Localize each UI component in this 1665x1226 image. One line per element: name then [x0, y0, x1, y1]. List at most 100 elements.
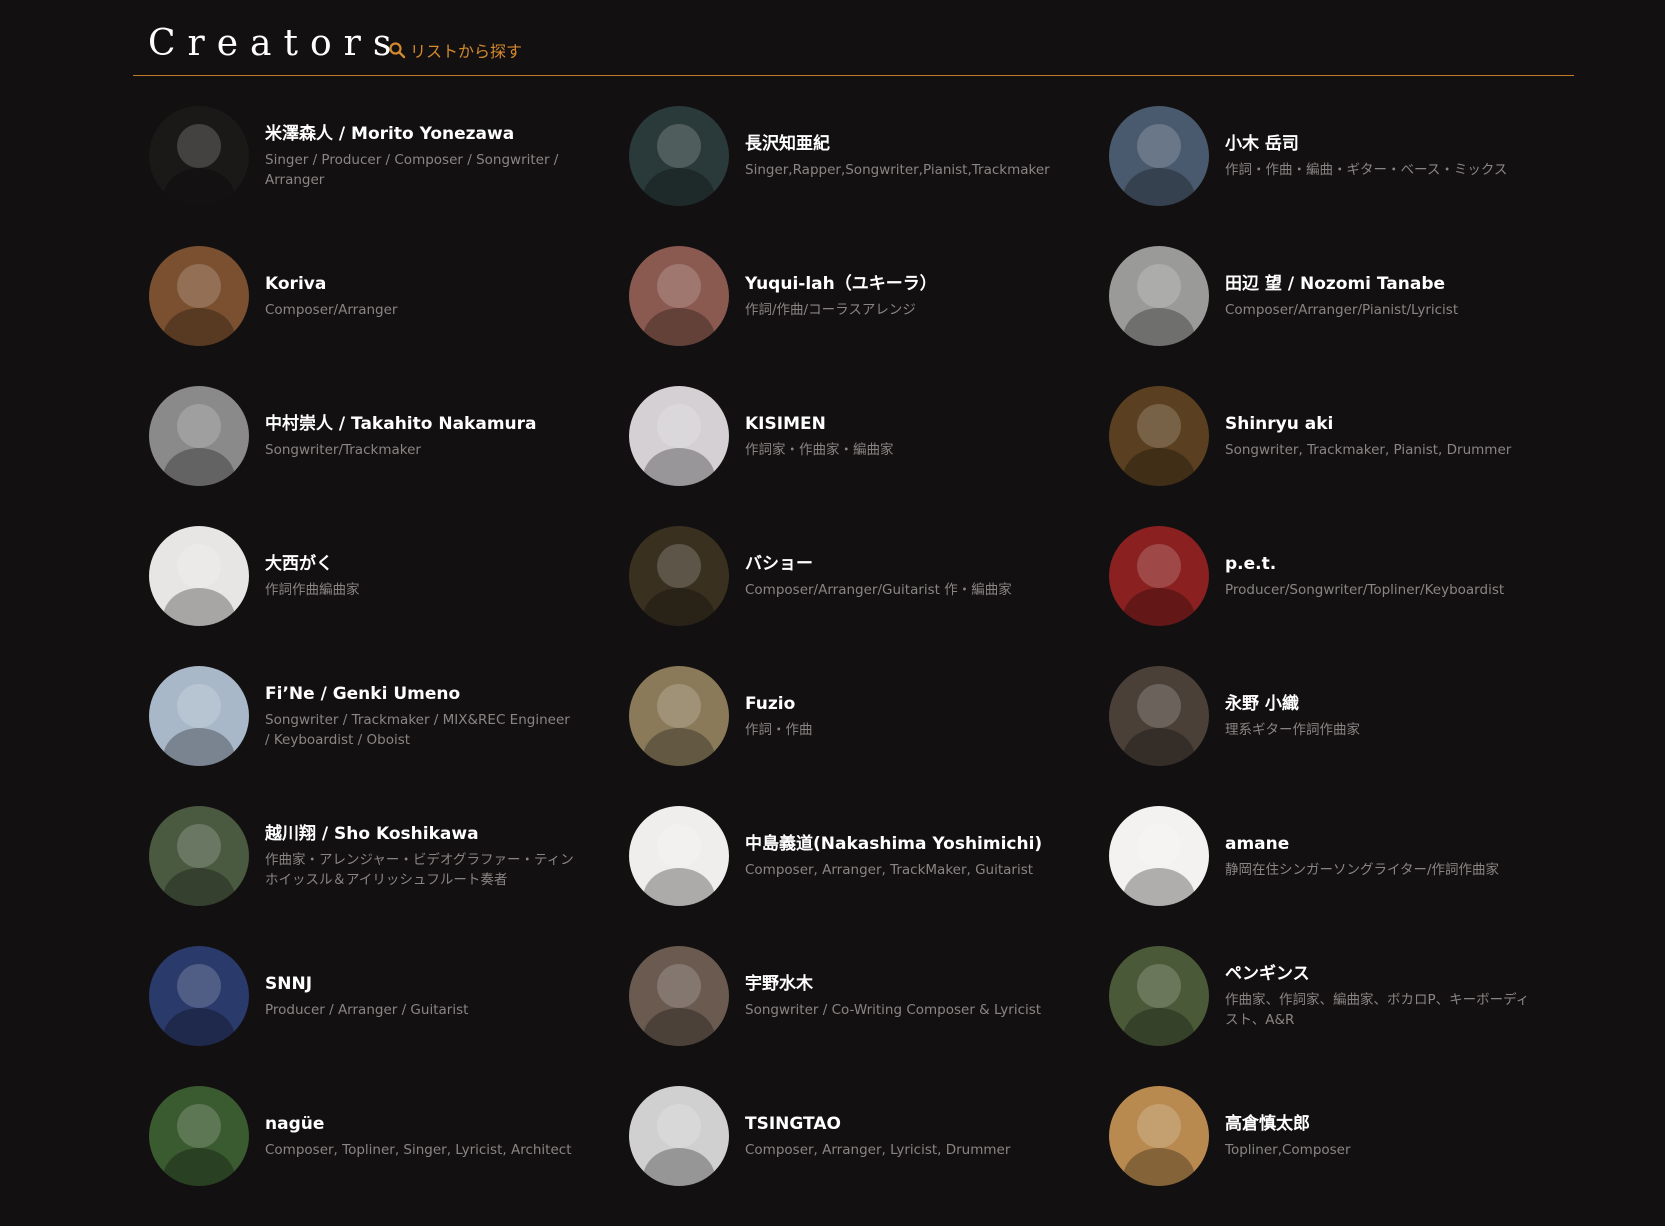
creator-info: KISIMEN 作詞家・作曲家・編曲家: [745, 412, 1057, 460]
page-title: Creators: [148, 23, 404, 64]
creator-name[interactable]: ペンギンス: [1225, 962, 1537, 986]
creator-name[interactable]: TSINGTAO: [745, 1112, 1057, 1136]
creator-card[interactable]: Yuqui-lah（ユキーラ） 作詞/作曲/コーラスアレンジ: [629, 246, 1109, 346]
creator-name[interactable]: 米澤森人 / Morito Yonezawa: [265, 122, 577, 146]
creator-info: 宇野水木 Songwriter / Co-Writing Composer & L…: [745, 972, 1057, 1020]
creator-avatar[interactable]: [629, 806, 729, 906]
creator-avatar[interactable]: [149, 246, 249, 346]
creator-avatar[interactable]: [1109, 246, 1209, 346]
creator-card[interactable]: p.e.t. Producer/Songwriter/Topliner/Keybo…: [1109, 526, 1589, 626]
creator-name[interactable]: 越川翔 / Sho Koshikawa: [265, 822, 577, 846]
creator-name[interactable]: 大西がく: [265, 552, 577, 576]
creator-card[interactable]: TSINGTAO Composer, Arranger, Lyricist, Dr…: [629, 1086, 1109, 1186]
creator-name[interactable]: nagüe: [265, 1112, 577, 1136]
creator-role: Composer/Arranger/Pianist/Lyricist: [1225, 302, 1459, 318]
creator-card[interactable]: 長沢知亜紀 Singer,Rapper,Songwriter,Pianist,Tr…: [629, 106, 1109, 206]
creator-name[interactable]: 中村崇人 / Takahito Nakamura: [265, 412, 577, 436]
search-list-link[interactable]: リストから探す: [388, 38, 522, 62]
creator-role: Songwriter / Co-Writing Composer & Lyric…: [745, 1002, 1042, 1018]
creator-role: Singer / Producer / Composer / Songwrite…: [265, 152, 559, 188]
creator-role: Songwriter, Trackmaker, Pianist, Drummer: [1225, 442, 1512, 458]
creator-avatar[interactable]: [1109, 106, 1209, 206]
page-header: Creators リストから探す: [133, 0, 1574, 76]
creator-info: Koriva Composer/Arranger: [265, 272, 577, 320]
creator-info: Fi’Ne / Genki Umeno Songwriter / Trackmak…: [265, 682, 577, 750]
search-list-label: リストから探す: [410, 42, 523, 61]
creator-card[interactable]: Fuzio 作詞・作曲: [629, 666, 1109, 766]
creator-name[interactable]: SNNJ: [265, 972, 577, 996]
creator-name[interactable]: Shinryu aki: [1225, 412, 1537, 436]
creator-card[interactable]: KISIMEN 作詞家・作曲家・編曲家: [629, 386, 1109, 486]
creator-role: Composer, Topliner, Singer, Lyricist, Ar…: [265, 1142, 572, 1158]
creator-info: 中村崇人 / Takahito Nakamura Songwriter/Track…: [265, 412, 577, 460]
creator-name[interactable]: Yuqui-lah（ユキーラ）: [745, 272, 1057, 296]
creator-card[interactable]: 米澤森人 / Morito Yonezawa Singer / Producer …: [149, 106, 629, 206]
creator-avatar[interactable]: [149, 806, 249, 906]
creator-card[interactable]: Fi’Ne / Genki Umeno Songwriter / Trackmak…: [149, 666, 629, 766]
creator-name[interactable]: 中島義道(Nakashima Yoshimichi): [745, 832, 1057, 856]
creator-avatar[interactable]: [629, 946, 729, 1046]
creator-info: 高倉慎太郎 Topliner,Composer: [1225, 1112, 1537, 1160]
creator-card[interactable]: 永野 小織 理系ギター作詞作曲家: [1109, 666, 1589, 766]
creator-avatar[interactable]: [629, 386, 729, 486]
creator-card[interactable]: Koriva Composer/Arranger: [149, 246, 629, 346]
creator-avatar[interactable]: [629, 1086, 729, 1186]
creator-avatar[interactable]: [149, 666, 249, 766]
creator-avatar[interactable]: [149, 946, 249, 1046]
creator-card[interactable]: ペンギンス作曲家、作詞家、編曲家、ボカロP、キーボーディスト、A&R: [1109, 946, 1589, 1046]
creator-card[interactable]: 中村崇人 / Takahito Nakamura Songwriter/Track…: [149, 386, 629, 486]
creator-card[interactable]: バショー Composer/Arranger/Guitarist 作・編曲家: [629, 526, 1109, 626]
creator-name[interactable]: バショー: [745, 552, 1057, 576]
creator-card[interactable]: 中島義道(Nakashima Yoshimichi) Composer, Arra…: [629, 806, 1109, 906]
creator-role: 静岡在住シンガーソングライター/作詞作曲家: [1225, 862, 1500, 878]
creator-role: 作曲家・アレンジャー・ビデオグラファー・ティンホイッスル＆アイリッシュフルート奏…: [265, 852, 574, 888]
creator-name[interactable]: KISIMEN: [745, 412, 1057, 436]
creator-info: 米澤森人 / Morito Yonezawa Singer / Producer …: [265, 122, 577, 190]
creator-avatar[interactable]: [149, 526, 249, 626]
creator-name[interactable]: 小木 岳司: [1225, 132, 1537, 156]
creator-name[interactable]: 田辺 望 / Nozomi Tanabe: [1225, 272, 1537, 296]
creator-avatar[interactable]: [1109, 1086, 1209, 1186]
creator-role: 作曲家、作詞家、編曲家、ボカロP、キーボーディスト、A&R: [1225, 992, 1530, 1028]
creator-card[interactable]: SNNJ Producer / Arranger / Guitarist: [149, 946, 629, 1046]
creator-name[interactable]: Fuzio: [745, 692, 1057, 716]
creator-info: nagüe Composer, Topliner, Singer, Lyricis…: [265, 1112, 577, 1160]
creator-avatar[interactable]: [1109, 946, 1209, 1046]
creator-name[interactable]: Fi’Ne / Genki Umeno: [265, 682, 577, 706]
creators-page: Creators リストから探す 米澤森人 / Morito Yonezawa S…: [0, 0, 1665, 1215]
creator-card[interactable]: 大西がく作詞作曲編曲家: [149, 526, 629, 626]
creator-avatar[interactable]: [629, 666, 729, 766]
creator-avatar[interactable]: [1109, 386, 1209, 486]
creator-role: Producer/Songwriter/Topliner/Keyboardist: [1225, 582, 1505, 598]
creator-card[interactable]: 田辺 望 / Nozomi Tanabe Composer/Arranger/Pi…: [1109, 246, 1589, 346]
creator-name[interactable]: 宇野水木: [745, 972, 1057, 996]
creator-role: Composer, Arranger, TrackMaker, Guitaris…: [745, 862, 1034, 878]
creator-card[interactable]: amane 静岡在住シンガーソングライター/作詞作曲家: [1109, 806, 1589, 906]
creator-avatar[interactable]: [149, 106, 249, 206]
creator-name[interactable]: p.e.t.: [1225, 552, 1537, 576]
creator-avatar[interactable]: [149, 1086, 249, 1186]
creator-card[interactable]: nagüe Composer, Topliner, Singer, Lyricis…: [149, 1086, 629, 1186]
creator-avatar[interactable]: [1109, 666, 1209, 766]
creator-avatar[interactable]: [1109, 806, 1209, 906]
creator-name[interactable]: 永野 小織: [1225, 692, 1537, 716]
creator-card[interactable]: 小木 岳司 作詞・作曲・編曲・ギター・ベース・ミックス: [1109, 106, 1589, 206]
creator-name[interactable]: 長沢知亜紀: [745, 132, 1057, 156]
creator-name[interactable]: Koriva: [265, 272, 577, 296]
creator-avatar[interactable]: [149, 386, 249, 486]
creator-info: amane 静岡在住シンガーソングライター/作詞作曲家: [1225, 832, 1537, 880]
creator-avatar[interactable]: [629, 246, 729, 346]
creator-card[interactable]: Shinryu aki Songwriter, Trackmaker, Piani…: [1109, 386, 1589, 486]
creator-name[interactable]: amane: [1225, 832, 1537, 856]
creator-card[interactable]: 越川翔 / Sho Koshikawa 作曲家・アレンジャー・ビデオグラファー・テ…: [149, 806, 629, 906]
creator-info: SNNJ Producer / Arranger / Guitarist: [265, 972, 577, 1020]
creator-role: 作詞作曲編曲家: [265, 582, 360, 598]
creator-card[interactable]: 宇野水木 Songwriter / Co-Writing Composer & L…: [629, 946, 1109, 1046]
creator-avatar[interactable]: [1109, 526, 1209, 626]
creator-avatar[interactable]: [629, 106, 729, 206]
creator-info: 永野 小織 理系ギター作詞作曲家: [1225, 692, 1537, 740]
creator-avatar[interactable]: [629, 526, 729, 626]
creator-name[interactable]: 高倉慎太郎: [1225, 1112, 1537, 1136]
creator-info: 越川翔 / Sho Koshikawa 作曲家・アレンジャー・ビデオグラファー・テ…: [265, 822, 577, 890]
creator-card[interactable]: 高倉慎太郎 Topliner,Composer: [1109, 1086, 1589, 1186]
